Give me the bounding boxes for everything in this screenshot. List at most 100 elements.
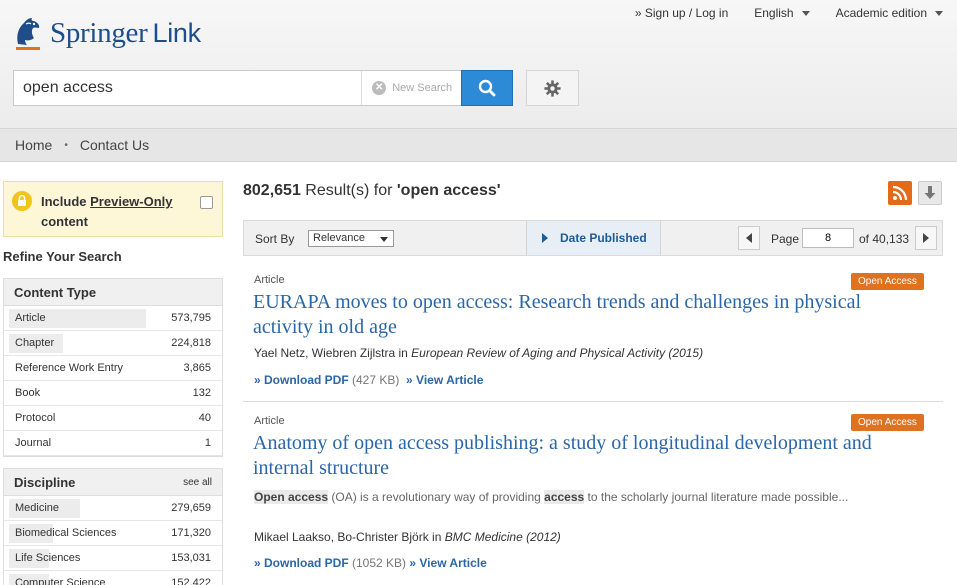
facet-title: Discipline see all [4, 469, 222, 496]
page-label: Page [771, 232, 800, 246]
pdf-size: (1052 KB) [352, 556, 407, 570]
preview-only-checkbox[interactable] [200, 196, 213, 209]
result-type: Article [254, 274, 285, 286]
nav-contact-link[interactable]: Contact Us [80, 137, 149, 153]
sign-in-link[interactable]: » Sign up / Log in [635, 6, 728, 20]
journal-name[interactable]: BMC Medicine (2012) [445, 530, 561, 544]
preview-only-link[interactable]: Preview-Only [90, 194, 172, 209]
lock-icon [12, 191, 32, 211]
result-links: » Download PDF (427 KB) » View Article [254, 373, 483, 387]
facet-label: Medicine [15, 502, 60, 514]
facet-count: 152,422 [171, 577, 211, 585]
sort-select[interactable]: Relevance [308, 230, 394, 247]
facet-label: Chapter [15, 337, 55, 349]
download-results-button[interactable] [918, 181, 942, 205]
result-item: Article Open Access EURAPA moves to open… [243, 273, 943, 394]
new-search-button[interactable]: ✕ New Search [361, 71, 461, 105]
facet-title: Content Type [4, 279, 222, 306]
edition-label: Academic edition [835, 6, 927, 20]
facet-count: 153,031 [171, 552, 211, 564]
prev-page-button[interactable] [738, 226, 760, 250]
author-names[interactable]: Mikael Laakso, Bo-Christer Björk in [254, 530, 441, 544]
gear-icon [544, 79, 561, 97]
preview-only-label: Include Preview-Only content [41, 192, 173, 232]
content-type-facet: Content Type Article 573,795 Chapter 224,81… [3, 278, 223, 457]
preview-content-text: content [41, 214, 88, 229]
language-dropdown[interactable]: English [754, 6, 810, 20]
page-total: of 40,133 [859, 232, 910, 246]
logo-springer-text: Springer [50, 16, 148, 49]
search-input[interactable] [14, 71, 362, 105]
result-total: 802,651 [243, 182, 301, 199]
result-title-link[interactable]: EURAPA moves to open access: Research tr… [253, 290, 893, 340]
springer-link-logo[interactable]: Springer Link [12, 14, 201, 52]
facet-row[interactable]: Article 573,795 [4, 306, 222, 331]
author-names[interactable]: Yael Netz, Wiebren Zijlstra in [254, 346, 408, 360]
facet-label: Book [15, 387, 41, 399]
arrow-right-icon [923, 233, 929, 243]
date-published-label: Date Published [560, 231, 647, 245]
facet-label: Reference Work Entry [15, 362, 124, 374]
preview-only-filter: Include Preview-Only content [3, 181, 223, 237]
see-all-link[interactable]: see all [183, 469, 212, 496]
facet-label: Journal [15, 437, 52, 449]
download-pdf-link[interactable]: » Download PDF [254, 373, 349, 387]
sort-bar: Sort By Relevance Date Published Page of… [243, 220, 943, 256]
pdf-size: (427 KB) [352, 373, 400, 387]
result-divider [243, 401, 943, 402]
facet-row[interactable]: Biomedical Sciences 171,320 [4, 521, 222, 546]
facet-count: 573,795 [171, 312, 211, 324]
facet-label: Protocol [15, 412, 56, 424]
date-published-toggle[interactable]: Date Published [526, 221, 661, 255]
search-icon [478, 79, 496, 97]
play-arrow-icon [542, 233, 548, 243]
result-query: 'open access' [396, 182, 501, 199]
result-links: » Download PDF (1052 KB) » View Article [254, 556, 487, 570]
language-label: English [754, 6, 794, 20]
view-article-link[interactable]: » View Article [406, 373, 483, 387]
facet-row[interactable]: Protocol 40 [4, 406, 222, 431]
discipline-title: Discipline [14, 475, 76, 490]
result-title-link[interactable]: Anatomy of open access publishing: a stu… [253, 431, 893, 481]
sort-select-value: Relevance [313, 232, 365, 244]
chevron-down-icon [380, 237, 388, 242]
facet-count: 132 [192, 387, 211, 399]
facet-row[interactable]: Reference Work Entry 3,865 [4, 356, 222, 381]
facet-count: 1 [204, 437, 211, 449]
refine-heading: Refine Your Search [3, 249, 122, 264]
journal-name[interactable]: European Review of Aging and Physical Ac… [411, 346, 703, 360]
result-count: 802,651 Result(s) for 'open access' [243, 182, 501, 200]
result-authors: Yael Netz, Wiebren Zijlstra in European … [254, 346, 703, 360]
next-page-button[interactable] [915, 226, 937, 250]
facet-row[interactable]: Computer Science 152,422 [4, 571, 222, 585]
facet-row[interactable]: Chapter 224,818 [4, 331, 222, 356]
snippet-highlight: access [544, 490, 585, 504]
download-pdf-link[interactable]: » Download PDF [254, 556, 349, 570]
view-article-link[interactable]: » View Article [409, 556, 486, 570]
result-authors: Mikael Laakso, Bo-Christer Björk in BMC … [254, 530, 561, 544]
top-links: » Sign up / Log in English Academic edit… [609, 6, 943, 20]
chevron-down-icon [801, 10, 810, 16]
facet-label: Article [15, 312, 46, 324]
edition-dropdown[interactable]: Academic edition [836, 6, 943, 20]
facet-row[interactable]: Life Sciences 153,031 [4, 546, 222, 571]
search-settings-button[interactable] [526, 70, 579, 106]
facet-label: Computer Science [15, 577, 106, 585]
search-button[interactable] [461, 70, 513, 106]
springer-horse-icon [12, 14, 44, 52]
new-search-label: New Search [392, 82, 453, 94]
facet-count: 279,659 [171, 502, 211, 514]
facet-row[interactable]: Book 132 [4, 381, 222, 406]
facet-row[interactable]: Medicine 279,659 [4, 496, 222, 521]
result-type: Article [254, 415, 285, 427]
snippet-highlight: Open access [254, 490, 329, 504]
download-icon [924, 186, 936, 199]
facet-row[interactable]: Journal 1 [4, 431, 222, 456]
open-access-badge: Open Access [851, 414, 924, 431]
nav-home-link[interactable]: Home [15, 137, 52, 153]
rss-feed-button[interactable] [888, 181, 912, 205]
result-snippet: Open access (OA) is a revolutionary way … [254, 487, 854, 507]
open-access-badge: Open Access [851, 273, 924, 290]
page-number-input[interactable] [802, 228, 854, 248]
site-header: Springer Link » Sign up / Log in English … [0, 0, 957, 128]
